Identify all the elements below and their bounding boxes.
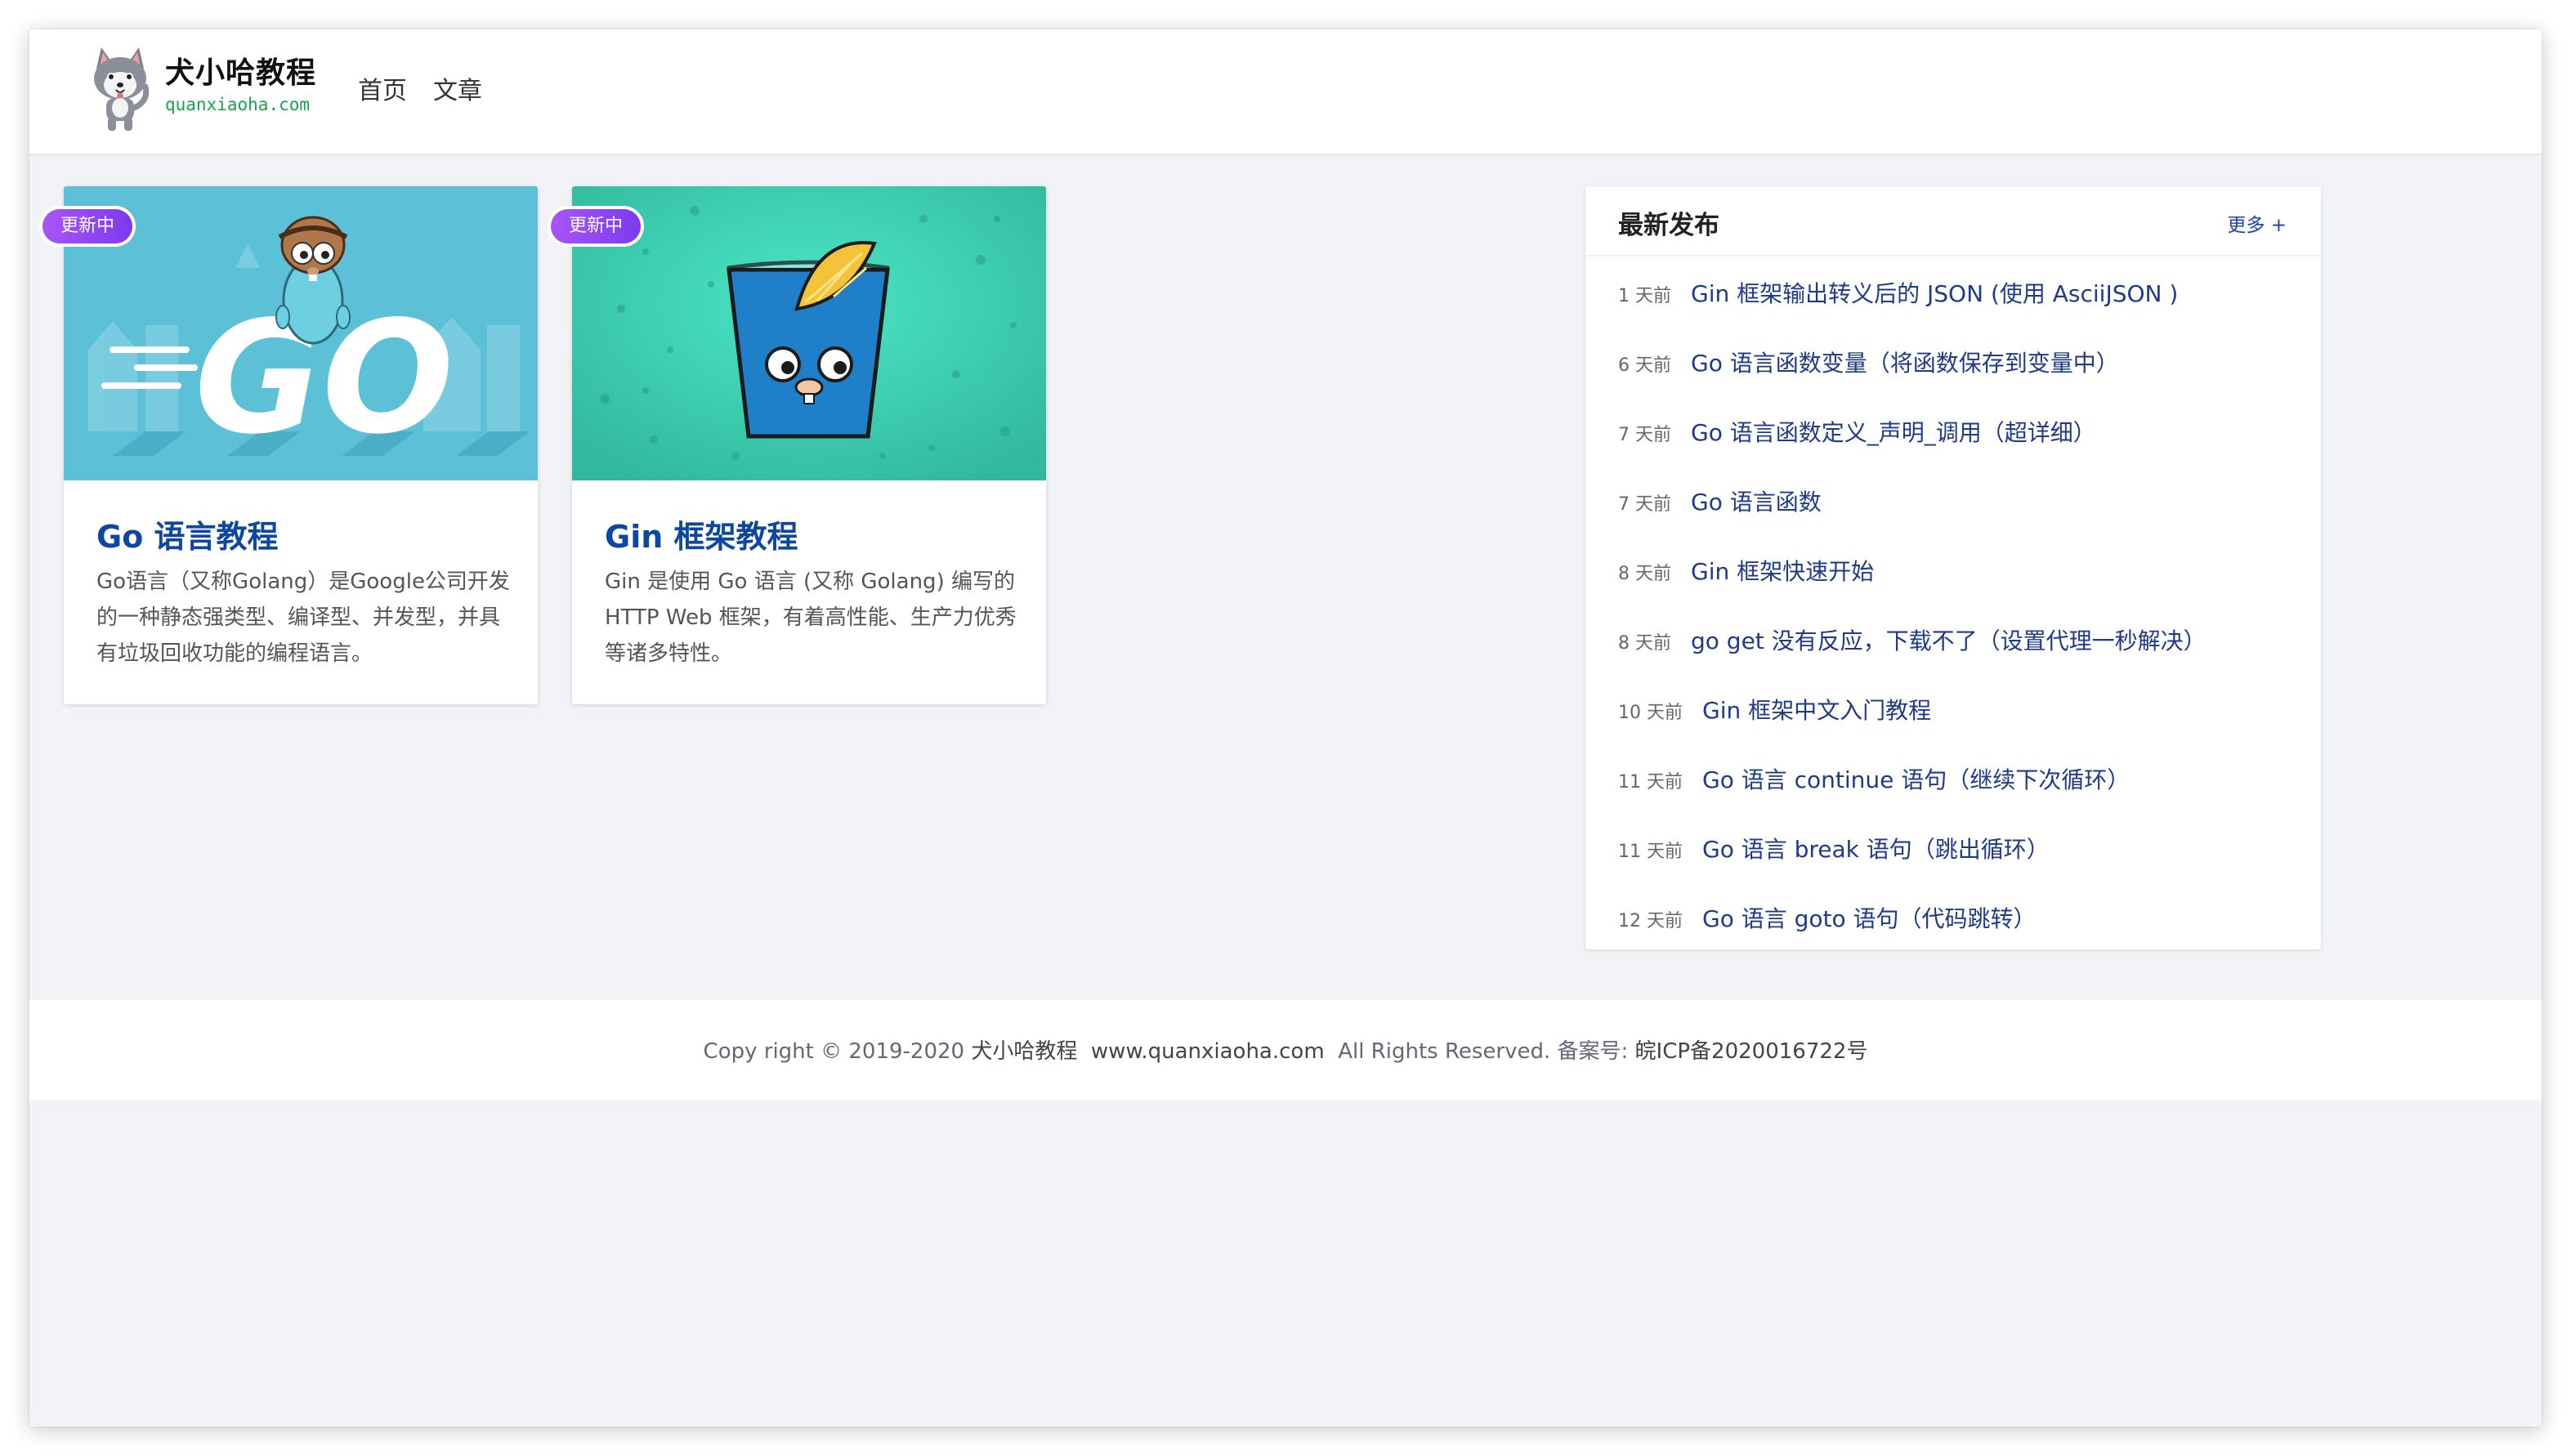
course-card-gin[interactable]: Gin 框架教程 Gin 是使用 Go 语言 (又称 Golang) 编写的 H… <box>572 186 1046 704</box>
more-link[interactable]: 更多 + <box>2227 209 2287 237</box>
site-logo-title[interactable]: 犬小哈教程 <box>165 49 316 92</box>
browser-page: 犬小哈教程 quanxiaoha.com 首页 文章 GO Go 语言教程 Go… <box>29 29 2542 1427</box>
list-item[interactable]: 11 天前 Go 语言 continue 语句（继续下次循环） <box>1618 762 2305 832</box>
list-item[interactable]: 11 天前 Go 语言 break 语句（跳出循环） <box>1618 832 2305 901</box>
card-description: Gin 是使用 Go 语言 (又称 Golang) 编写的 HTTP Web 框… <box>605 569 1017 666</box>
post-time: 11 天前 <box>1618 772 1683 793</box>
post-title-link[interactable]: go get 没有反应，下载不了（设置代理一秒解决） <box>1691 623 2207 656</box>
list-item[interactable]: 10 天前 Gin 框架中文入门教程 <box>1618 693 2305 762</box>
go-gopher-illustration[interactable]: GO <box>64 186 538 480</box>
latest-posts-list: 1 天前 Gin 框架输出转义后的 JSON (使用 AsciiJSON ) 6 … <box>1618 276 2305 971</box>
main-nav: 首页 文章 <box>358 70 482 106</box>
list-item[interactable]: 12 天前 Go 语言 goto 语句（代码跳转） <box>1618 901 2305 971</box>
post-title-link[interactable]: Gin 框架快速开始 <box>1691 554 1874 587</box>
post-title-link[interactable]: Go 语言函数 <box>1691 485 1822 517</box>
footer-site-link[interactable]: 犬小哈教程 <box>971 1039 1077 1064</box>
footer-domain-link[interactable]: www.quanxiaoha.com <box>1091 1039 1325 1064</box>
footer-copyright-line: Copy right © 2019-2020 犬小哈教程 www.quanxia… <box>29 1034 2542 1065</box>
nav-articles-link[interactable]: 文章 <box>433 70 482 106</box>
panel-header: 最新发布 更多 + <box>1585 186 2321 257</box>
list-item[interactable]: 7 天前 Go 语言函数 <box>1618 485 2305 554</box>
icp-link[interactable]: 皖ICP备2020016722号 <box>1635 1039 1868 1064</box>
latest-posts-panel: 最新发布 更多 + 1 天前 Gin 框架输出转义后的 JSON (使用 Asci… <box>1585 186 2321 949</box>
card-title[interactable]: Gin 框架教程 <box>605 511 798 556</box>
site-header: 犬小哈教程 quanxiaoha.com 首页 文章 <box>29 29 2542 155</box>
site-footer: Copy right © 2019-2020 犬小哈教程 www.quanxia… <box>29 1000 2542 1100</box>
post-title-link[interactable]: Go 语言 break 语句（跳出循环） <box>1702 832 2050 864</box>
post-title-link[interactable]: Go 语言 goto 语句（代码跳转） <box>1702 901 2037 934</box>
post-time: 1 天前 <box>1618 286 1671 306</box>
nav-home-link[interactable]: 首页 <box>358 70 407 106</box>
post-time: 11 天前 <box>1618 842 1683 862</box>
post-title-link[interactable]: Gin 框架输出转义后的 JSON (使用 AsciiJSON ) <box>1691 276 2178 309</box>
card-title[interactable]: Go 语言教程 <box>96 511 279 556</box>
updating-badge: 更新中 <box>42 209 133 243</box>
post-time: 6 天前 <box>1618 355 1671 376</box>
post-time: 10 天前 <box>1618 703 1683 723</box>
rights-text: All Rights Reserved. 备案号: <box>1338 1039 1629 1064</box>
site-logo-domain[interactable]: quanxiaoha.com <box>165 95 310 114</box>
post-time: 7 天前 <box>1618 494 1671 515</box>
list-item[interactable]: 1 天前 Gin 框架输出转义后的 JSON (使用 AsciiJSON ) <box>1618 276 2305 346</box>
post-time: 8 天前 <box>1618 633 1671 654</box>
card-description: Go语言（又称Golang）是Google公司开发的一种静态强类型、编译型、并发… <box>96 569 510 666</box>
post-time: 12 天前 <box>1618 911 1683 931</box>
list-item[interactable]: 8 天前 Gin 框架快速开始 <box>1618 554 2305 623</box>
list-item[interactable]: 6 天前 Go 语言函数变量（将函数保存到变量中） <box>1618 346 2305 415</box>
post-time: 8 天前 <box>1618 564 1671 584</box>
gin-gopher-illustration[interactable] <box>572 186 1046 480</box>
copyright-text: Copy right © 2019-2020 <box>703 1039 965 1064</box>
updating-badge: 更新中 <box>551 209 642 243</box>
husky-logo-icon[interactable] <box>87 44 154 134</box>
post-title-link[interactable]: Go 语言函数定义_声明_调用（超详细） <box>1691 415 2096 448</box>
post-title-link[interactable]: Gin 框架中文入门教程 <box>1702 693 1931 726</box>
list-item[interactable]: 8 天前 go get 没有反应，下载不了（设置代理一秒解决） <box>1618 623 2305 693</box>
course-card-go[interactable]: GO Go 语言教程 Go语言（又称Golang）是Google公司开发的一种静… <box>64 186 538 704</box>
post-title-link[interactable]: Go 语言函数变量（将函数保存到变量中） <box>1691 346 2119 378</box>
panel-title: 最新发布 <box>1618 211 1719 240</box>
list-item[interactable]: 7 天前 Go 语言函数定义_声明_调用（超详细） <box>1618 415 2305 485</box>
post-time: 7 天前 <box>1618 425 1671 445</box>
post-title-link[interactable]: Go 语言 continue 语句（继续下次循环） <box>1702 762 2130 795</box>
